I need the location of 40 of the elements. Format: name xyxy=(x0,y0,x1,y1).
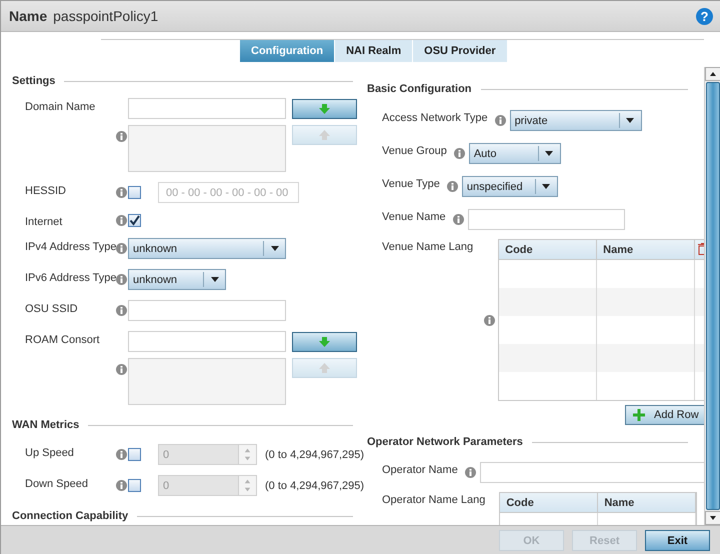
field-label: Venue Name xyxy=(382,210,446,223)
field-label: Up Speed xyxy=(25,446,75,459)
column-header: Name xyxy=(598,493,696,512)
mac-address-field[interactable]: 00 - 00 - 00 - 00 - 00 - 00 xyxy=(158,182,299,203)
column-header: Code xyxy=(500,493,598,512)
field-label: Venue Group xyxy=(382,144,447,157)
field-label: HESSID xyxy=(25,184,67,197)
dropdown[interactable]: unknown xyxy=(128,238,286,259)
field-label: Domain Name xyxy=(25,100,96,113)
column-header: Name xyxy=(597,240,696,259)
range-hint: (0 to 4,294,967,295) xyxy=(265,448,364,460)
section-heading: WAN Metrics xyxy=(12,419,80,431)
dropdown[interactable]: private xyxy=(510,110,642,131)
section-heading: Basic Configuration xyxy=(367,83,472,95)
field-label: Venue Type xyxy=(382,177,440,190)
column-header: Code xyxy=(499,240,598,259)
field-label: IPv4 Address Type xyxy=(25,240,116,253)
field-label: OSU SSID xyxy=(25,302,79,315)
section-heading: Settings xyxy=(12,75,56,87)
field-label: IPv6 Address Type xyxy=(25,271,116,284)
field-label: Venue Name Lang xyxy=(382,240,474,253)
field-label: Access Network Type xyxy=(382,111,488,124)
tab[interactable]: OSU Provider xyxy=(413,40,507,62)
section-heading: Connection Capability xyxy=(12,510,128,522)
field-label: Down Speed xyxy=(25,477,89,490)
name-label: Name xyxy=(9,8,48,24)
dropdown[interactable]: Auto xyxy=(468,143,561,164)
help-button[interactable]: ? xyxy=(696,8,713,24)
dropdown[interactable]: unknown xyxy=(128,269,226,290)
tab[interactable]: NAI Realm xyxy=(335,40,412,62)
add-row-button[interactable]: Add Row xyxy=(625,405,704,425)
policy-name: passpointPolicy1 xyxy=(53,8,160,24)
field-label: Operator Name xyxy=(382,463,458,476)
field-label: Operator Name Lang xyxy=(382,493,486,506)
footer-button[interactable]: Exit xyxy=(645,530,710,551)
dropdown[interactable]: unspecified xyxy=(462,176,558,197)
field-label: ROAM Consort xyxy=(25,333,101,346)
range-hint: (0 to 4,294,967,295) xyxy=(265,480,364,492)
field-label: Internet xyxy=(25,215,64,228)
section-heading: Operator Network Parameters xyxy=(367,436,523,448)
